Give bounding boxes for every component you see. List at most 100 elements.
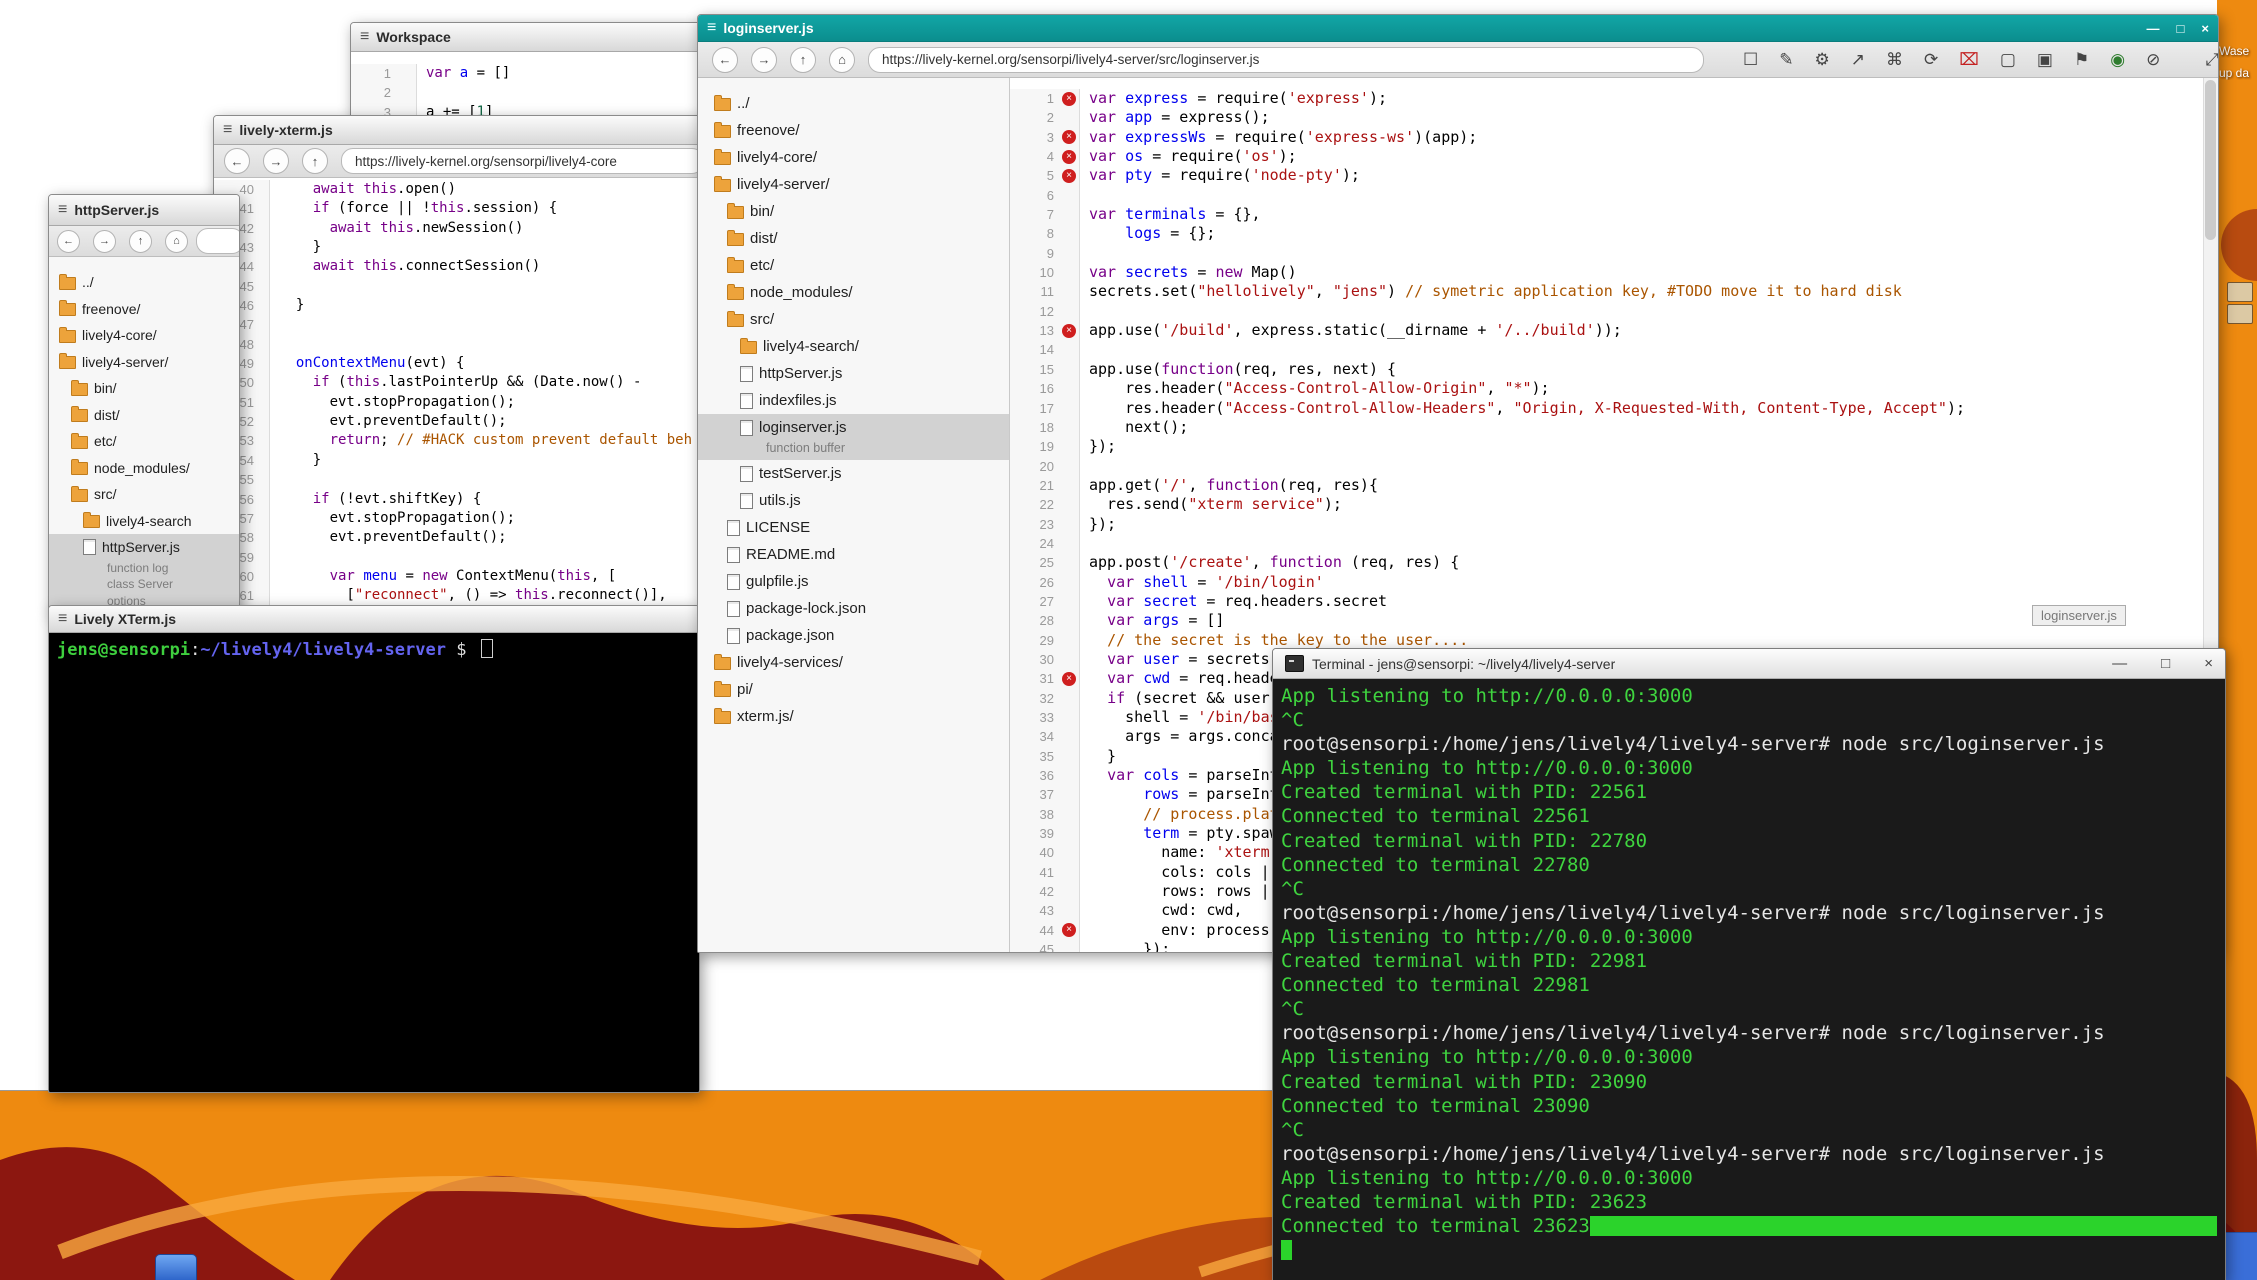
code-line[interactable]: 22 res.send("xterm service"); bbox=[1010, 495, 2203, 514]
code-line[interactable]: 1var a = [] bbox=[351, 64, 713, 83]
tree-sub-label[interactable]: function log bbox=[49, 561, 239, 578]
tree-item-node-modules[interactable]: node_modules/ bbox=[698, 279, 1009, 306]
tree-item-bin[interactable]: bin/ bbox=[49, 375, 239, 402]
tree-item-gulpfile-js[interactable]: gulpfile.js bbox=[698, 568, 1009, 595]
code-line[interactable]: 10var secrets = new Map() bbox=[1010, 263, 2203, 282]
tree-item-[interactable]: ../ bbox=[49, 269, 239, 296]
scrollbar-thumb[interactable] bbox=[2205, 80, 2216, 240]
maximize-button[interactable]: □ bbox=[2161, 655, 2170, 672]
code-line[interactable]: 25app.post('/create', function (req, res… bbox=[1010, 553, 2203, 572]
desktop-icon-label[interactable]: Wase bbox=[2219, 44, 2257, 58]
code-line[interactable]: 53 return; // #HACK custom prevent defau… bbox=[214, 431, 714, 450]
menu-icon[interactable] bbox=[58, 611, 67, 627]
code-line[interactable]: 5×var pty = require('node-pty'); bbox=[1010, 166, 2203, 185]
flag-icon[interactable]: ⚑ bbox=[2074, 50, 2089, 70]
minimize-button[interactable]: — bbox=[2147, 21, 2160, 36]
url-input[interactable]: https://lively-kernel.org/sensorpi/livel… bbox=[341, 148, 704, 174]
terminal-titlebar[interactable]: Terminal - jens@sensorpi: ~/lively4/live… bbox=[1273, 649, 2225, 679]
tree-item-httpserver-js[interactable]: httpServer.js bbox=[49, 534, 239, 561]
up-button[interactable]: ↑ bbox=[129, 230, 152, 253]
terminal-content[interactable]: jens@sensorpi:~/lively4/lively4-server $ bbox=[49, 633, 699, 1093]
code-line[interactable]: 28 var args = [] bbox=[1010, 611, 2203, 630]
code-line[interactable]: 9 bbox=[1010, 244, 2203, 263]
fullscreen-icon[interactable]: ⤢ bbox=[2205, 50, 2219, 70]
tree-item-dist[interactable]: dist/ bbox=[698, 225, 1009, 252]
tree-item-lively4-search[interactable]: lively4-search/ bbox=[698, 333, 1009, 360]
code-line[interactable]: 26 var shell = '/bin/login' bbox=[1010, 573, 2203, 592]
tree-item-package-lock-json[interactable]: package-lock.json bbox=[698, 595, 1009, 622]
code-line[interactable]: 23}); bbox=[1010, 515, 2203, 534]
loginserver-titlebar[interactable]: loginserver.js —□× bbox=[698, 15, 2218, 42]
tree-item-xterm-js[interactable]: xterm.js/ bbox=[698, 703, 1009, 730]
maximize-button[interactable]: □ bbox=[2177, 21, 2185, 36]
code-line[interactable]: 56 if (!evt.shiftKey) { bbox=[214, 490, 714, 509]
code-line[interactable]: 55 bbox=[214, 470, 714, 489]
code-line[interactable]: 20 bbox=[1010, 457, 2203, 476]
code-line[interactable]: 15app.use(function(req, res, next) { bbox=[1010, 360, 2203, 379]
code-line[interactable]: 57 evt.stopPropagation(); bbox=[214, 509, 714, 528]
sitemap-icon[interactable]: ⌘ bbox=[1886, 50, 1903, 70]
tree-item-lively4-server[interactable]: lively4-server/ bbox=[49, 349, 239, 376]
url-input[interactable] bbox=[196, 228, 240, 254]
terminal-content[interactable]: App listening to http://0.0.0.0:3000^Cro… bbox=[1273, 679, 2225, 1280]
code-line[interactable]: 3×var expressWs = require('express-ws')(… bbox=[1010, 128, 2203, 147]
tree-item-loginserver-js[interactable]: loginserver.js bbox=[698, 414, 1009, 441]
tree-item-utils-js[interactable]: utils.js bbox=[698, 487, 1009, 514]
code-line[interactable]: 59 bbox=[214, 548, 714, 567]
code-line[interactable]: 58 evt.preventDefault(); bbox=[214, 528, 714, 547]
tree-item-license[interactable]: LICENSE bbox=[698, 514, 1009, 541]
tree-item-lively4-core[interactable]: lively4-core/ bbox=[49, 322, 239, 349]
code-line[interactable]: 18 next(); bbox=[1010, 418, 2203, 437]
menu-icon[interactable] bbox=[223, 122, 232, 138]
code-line[interactable]: 2 bbox=[351, 83, 713, 102]
httpserver-titlebar[interactable]: httpServer.js bbox=[49, 195, 239, 226]
code-line[interactable]: 17 res.header("Access-Control-Allow-Head… bbox=[1010, 399, 2203, 418]
forward-button[interactable]: → bbox=[93, 230, 116, 253]
file-icon[interactable]: ▢ bbox=[2000, 50, 2016, 70]
code-line[interactable]: 47 bbox=[214, 315, 714, 334]
code-line[interactable]: 12 bbox=[1010, 302, 2203, 321]
tree-item-etc[interactable]: etc/ bbox=[698, 252, 1009, 279]
code-line[interactable]: 49 onContextMenu(evt) { bbox=[214, 354, 714, 373]
code-line[interactable]: 54 } bbox=[214, 451, 714, 470]
tree-sub-label[interactable]: function buffer bbox=[698, 441, 1009, 460]
tree-item-httpserver-js[interactable]: httpServer.js bbox=[698, 360, 1009, 387]
code-line[interactable]: 46 } bbox=[214, 296, 714, 315]
desktop-icon[interactable] bbox=[2227, 282, 2253, 302]
checkbox-icon[interactable]: ☐ bbox=[1743, 50, 1758, 70]
code-line[interactable]: 2var app = express(); bbox=[1010, 108, 2203, 127]
code-line[interactable]: 1×var express = require('express'); bbox=[1010, 89, 2203, 108]
code-line[interactable]: 11secrets.set("hellolively", "jens") // … bbox=[1010, 282, 2203, 301]
tree-item-package-json[interactable]: package.json bbox=[698, 622, 1009, 649]
tree-item-readme-md[interactable]: README.md bbox=[698, 541, 1009, 568]
open-window-icon[interactable]: ↗ bbox=[1851, 50, 1865, 70]
cancel-icon[interactable]: ⊘ bbox=[2146, 50, 2160, 70]
code-line[interactable]: 51 evt.stopPropagation(); bbox=[214, 393, 714, 412]
desktop-icon-partial[interactable] bbox=[2224, 1232, 2257, 1280]
code-line[interactable]: 27 var secret = req.headers.secret bbox=[1010, 592, 2203, 611]
tree-item-[interactable]: ../ bbox=[698, 90, 1009, 117]
home-button[interactable]: ⌂ bbox=[165, 230, 188, 253]
lively-xterm-editor[interactable]: 40 await this.open()41 if (force || !thi… bbox=[214, 178, 714, 622]
code-line[interactable]: 21app.get('/', function(req, res){ bbox=[1010, 476, 2203, 495]
gears-icon[interactable]: ⚙ bbox=[1815, 50, 1830, 70]
forward-button[interactable]: → bbox=[263, 148, 289, 174]
code-line[interactable]: 42 await this.newSession() bbox=[214, 219, 714, 238]
workspace-titlebar[interactable]: Workspace bbox=[351, 23, 713, 52]
code-line[interactable]: 14 bbox=[1010, 340, 2203, 359]
menu-icon[interactable] bbox=[707, 20, 716, 36]
tree-item-etc[interactable]: etc/ bbox=[49, 428, 239, 455]
tree-item-bin[interactable]: bin/ bbox=[698, 198, 1009, 225]
brush-icon[interactable]: ✎ bbox=[1779, 50, 1793, 70]
tree-item-dist[interactable]: dist/ bbox=[49, 402, 239, 429]
back-button[interactable]: ← bbox=[224, 148, 250, 174]
code-line[interactable]: 45 bbox=[214, 277, 714, 296]
code-line[interactable]: 19}); bbox=[1010, 437, 2203, 456]
minimize-button[interactable]: — bbox=[2112, 655, 2127, 672]
up-button[interactable]: ↑ bbox=[790, 47, 816, 73]
code-line[interactable]: 41 if (force || !this.session) { bbox=[214, 199, 714, 218]
tree-item-lively4-services[interactable]: lively4-services/ bbox=[698, 649, 1009, 676]
tree-item-lively4-search[interactable]: lively4-search bbox=[49, 508, 239, 535]
code-line[interactable]: 4×var os = require('os'); bbox=[1010, 147, 2203, 166]
code-line[interactable]: 60 var menu = new ContextMenu(this, [ bbox=[214, 567, 714, 586]
